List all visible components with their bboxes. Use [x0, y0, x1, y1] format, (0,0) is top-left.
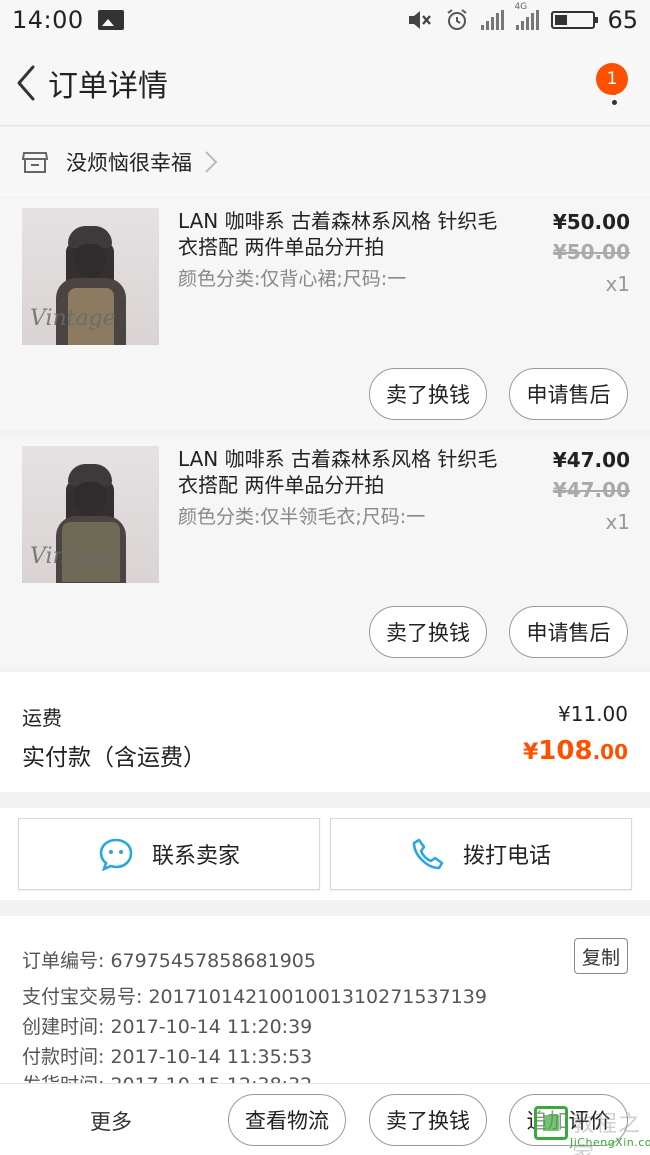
alipay-number-label: 支付宝交易号:	[22, 986, 143, 1008]
product-title[interactable]: LAN 咖啡系 古着森林系风格 针织毛衣搭配 两件单品分开拍	[178, 208, 508, 260]
created-time-label: 创建时间:	[22, 1016, 105, 1038]
chevron-right-icon	[205, 151, 218, 173]
chevron-left-icon	[17, 65, 35, 100]
call-phone-label: 拨打电话	[462, 844, 551, 869]
after-sales-button[interactable]: 申请售后	[509, 606, 628, 658]
shipping-label: 运费	[22, 706, 62, 730]
battery-percent: 65	[607, 6, 638, 34]
contact-seller-label: 联系卖家	[151, 844, 240, 869]
order-number-row: 订单编号: 67975457858681905	[22, 946, 316, 973]
status-time: 14:00	[12, 6, 84, 34]
status-bar: 14:00 4G 65	[0, 0, 650, 40]
more-actions-button[interactable]: 更多	[90, 1106, 132, 1136]
nav-bar: 订单详情 1	[0, 40, 650, 126]
alarm-icon	[447, 9, 468, 30]
back-button[interactable]	[8, 58, 44, 108]
product-image-caption: Vintage	[30, 306, 116, 331]
alipay-number-value: 2017101421001001310271537139	[148, 986, 487, 1008]
resell-button[interactable]: 卖了换钱	[369, 1094, 487, 1146]
status-indicators: 4G 65	[407, 2, 638, 34]
order-item[interactable]: Vintage LAN 咖啡系 古着森林系风格 针织毛衣搭配 两件单品分开拍 颜…	[0, 436, 650, 668]
alipay-number-row: 支付宝交易号: 2017101421001001310271537139	[22, 982, 487, 1009]
contact-section: 联系卖家 拨打电话	[0, 808, 650, 900]
signal-4g-icon: 4G	[514, 2, 540, 30]
product-title[interactable]: LAN 咖啡系 古着森林系风格 针织毛衣搭配 两件单品分开拍	[178, 446, 508, 498]
order-number-label: 订单编号:	[22, 950, 105, 972]
product-spec: 颜色分类:仅背心裙;尺码:一	[178, 268, 407, 290]
contact-seller-button[interactable]: 联系卖家	[18, 818, 320, 890]
product-image[interactable]: Vintage	[22, 208, 159, 345]
order-info: 订单编号: 67975457858681905 复制 支付宝交易号: 20171…	[0, 916, 650, 1086]
product-original-price: ¥47.00	[552, 478, 630, 502]
shop-name: 没烦恼很幸福	[66, 151, 192, 175]
mute-icon	[409, 11, 432, 29]
signal-icon	[481, 10, 505, 30]
more-menu-button[interactable]: 1	[594, 53, 634, 113]
product-price: ¥47.00	[552, 448, 630, 472]
shipping-value: ¥11.00	[558, 702, 628, 726]
product-spec: 颜色分类:仅半领毛衣;尺码:一	[178, 506, 426, 528]
paid-currency: ¥	[522, 740, 539, 765]
copy-button[interactable]: 复制	[574, 938, 628, 974]
paid-amount: ¥108.00	[523, 736, 628, 766]
product-image[interactable]: Vintage	[22, 446, 159, 583]
paid-decimal: .00	[592, 740, 628, 764]
add-review-button[interactable]: 追加评价	[509, 1094, 628, 1146]
view-logistics-button[interactable]: 查看物流	[228, 1094, 346, 1146]
paid-time-row: 付款时间: 2017-10-14 11:35:53	[22, 1042, 312, 1069]
paid-integer: 108	[538, 736, 593, 766]
order-item[interactable]: Vintage LAN 咖啡系 古着森林系风格 针织毛衣搭配 两件单品分开拍 颜…	[0, 198, 650, 430]
phone-icon	[412, 838, 444, 870]
paid-time-label: 付款时间:	[22, 1046, 105, 1068]
page-title: 订单详情	[48, 68, 168, 104]
product-price: ¥50.00	[552, 210, 630, 234]
call-phone-button[interactable]: 拨打电话	[330, 818, 632, 890]
after-sales-button[interactable]: 申请售后	[509, 368, 628, 420]
created-time-row: 创建时间: 2017-10-14 11:20:39	[22, 1012, 312, 1039]
product-image-caption: Vintage	[30, 544, 116, 569]
notification-badge: 1	[596, 62, 628, 95]
product-original-price: ¥50.00	[552, 240, 630, 264]
created-time-value: 2017-10-14 11:20:39	[110, 1016, 313, 1038]
resell-button[interactable]: 卖了换钱	[369, 368, 487, 420]
shop-icon	[22, 152, 48, 173]
chat-bubble-icon	[99, 838, 133, 871]
paid-time-value: 2017-10-14 11:35:53	[110, 1046, 313, 1068]
paid-label: 实付款（含运费）	[22, 745, 206, 771]
network-type-label: 4G	[514, 2, 528, 12]
shop-row[interactable]: 没烦恼很幸福	[0, 127, 650, 197]
product-quantity: x1	[605, 510, 630, 534]
resell-button[interactable]: 卖了换钱	[369, 606, 487, 658]
battery-icon	[551, 11, 599, 29]
order-totals: 运费 ¥11.00 实付款（含运费） ¥108.00	[0, 672, 650, 792]
bottom-action-bar: 更多 查看物流 卖了换钱 追加评价	[0, 1083, 650, 1155]
order-number-value: 67975457858681905	[110, 950, 316, 972]
product-quantity: x1	[605, 272, 630, 296]
gallery-notification-icon	[97, 10, 124, 30]
